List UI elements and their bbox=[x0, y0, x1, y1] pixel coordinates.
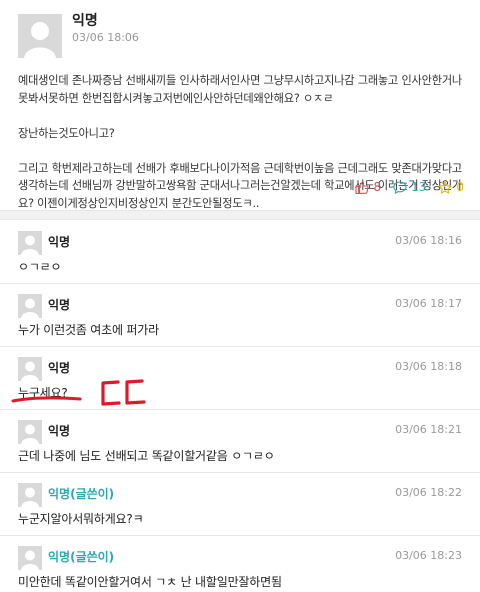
avatar[interactable] bbox=[18, 231, 42, 255]
comment-time: 03/06 18:23 bbox=[395, 549, 462, 562]
post-author: 익명 bbox=[72, 13, 98, 29]
default-avatar-icon bbox=[18, 14, 62, 58]
post-time: 03/06 18:06 bbox=[72, 31, 139, 44]
post-card: 익명 03/06 18:06 예대생인데 존나짜증남 선배새끼들 인사하래서인사… bbox=[0, 0, 480, 210]
comment-count: 13 bbox=[411, 180, 427, 194]
comment-bubble-icon bbox=[393, 180, 407, 194]
default-avatar-icon bbox=[18, 357, 42, 381]
avatar[interactable] bbox=[18, 546, 42, 570]
avatar[interactable] bbox=[18, 14, 62, 58]
comment-count-button[interactable]: 13 bbox=[393, 180, 426, 194]
comment-item: 익명 03/06 18:17 누가 이런것좀 여초에 퍼가라 bbox=[0, 284, 480, 347]
default-avatar-icon bbox=[18, 420, 42, 444]
comment-item: 익명 03/06 18:18 누구세요? bbox=[0, 347, 480, 410]
avatar[interactable] bbox=[18, 483, 42, 507]
thumbs-up-icon bbox=[355, 180, 370, 194]
comment-text: 누구세요? bbox=[18, 386, 68, 400]
comment-author: 익명 bbox=[48, 361, 71, 375]
scrap-count: 0 bbox=[456, 180, 464, 194]
comment-author-op: 익명(글쓴이) bbox=[48, 487, 115, 501]
like-button[interactable]: 8 bbox=[355, 180, 381, 194]
comment-text: 근데 나중에 님도 선배되고 똑같이할거같음 ㅇㄱㄹㅇ bbox=[18, 449, 275, 463]
scrap-button[interactable]: 0 bbox=[438, 180, 464, 194]
comment-time: 03/06 18:21 bbox=[395, 423, 462, 436]
comment-text: 미안한데 똑같이안할거여서 ㄱㅊ 난 내할일만잘하면됨 bbox=[18, 575, 282, 589]
comment-time: 03/06 18:17 bbox=[395, 297, 462, 310]
comment-item: 익명 03/06 18:16 ㅇㄱㄹㅇ bbox=[0, 221, 480, 284]
comment-item: 익명(글쓴이) 03/06 18:23 미안한데 똑같이안할거여서 ㄱㅊ 난 내… bbox=[0, 536, 480, 592]
comment-author: 익명 bbox=[48, 235, 71, 249]
comment-time: 03/06 18:22 bbox=[395, 486, 462, 499]
default-avatar-icon bbox=[18, 294, 42, 318]
post-stats: 8 13 0 bbox=[355, 180, 464, 194]
default-avatar-icon bbox=[18, 546, 42, 570]
star-icon bbox=[438, 180, 452, 194]
default-avatar-icon bbox=[18, 483, 42, 507]
default-avatar-icon bbox=[18, 231, 42, 255]
comment-text: 누가 이런것좀 여초에 퍼가라 bbox=[18, 323, 159, 337]
avatar[interactable] bbox=[18, 357, 42, 381]
comment-text: 누군지알아서뭐하게요?ㅋ bbox=[18, 512, 144, 526]
comment-time: 03/06 18:18 bbox=[395, 360, 462, 373]
avatar[interactable] bbox=[18, 420, 42, 444]
comment-text: ㅇㄱㄹㅇ bbox=[18, 260, 62, 274]
comment-time: 03/06 18:16 bbox=[395, 234, 462, 247]
avatar[interactable] bbox=[18, 294, 42, 318]
comment-author: 익명 bbox=[48, 298, 71, 312]
comment-item: 익명(글쓴이) 03/06 18:22 누군지알아서뭐하게요?ㅋ bbox=[0, 473, 480, 536]
like-count: 8 bbox=[373, 180, 382, 194]
comment-author-op: 익명(글쓴이) bbox=[48, 550, 115, 564]
section-divider bbox=[0, 210, 480, 220]
comment-item: 익명 03/06 18:21 근데 나중에 님도 선배되고 똑같이할거같음 ㅇㄱ… bbox=[0, 410, 480, 473]
comment-author: 익명 bbox=[48, 424, 71, 438]
